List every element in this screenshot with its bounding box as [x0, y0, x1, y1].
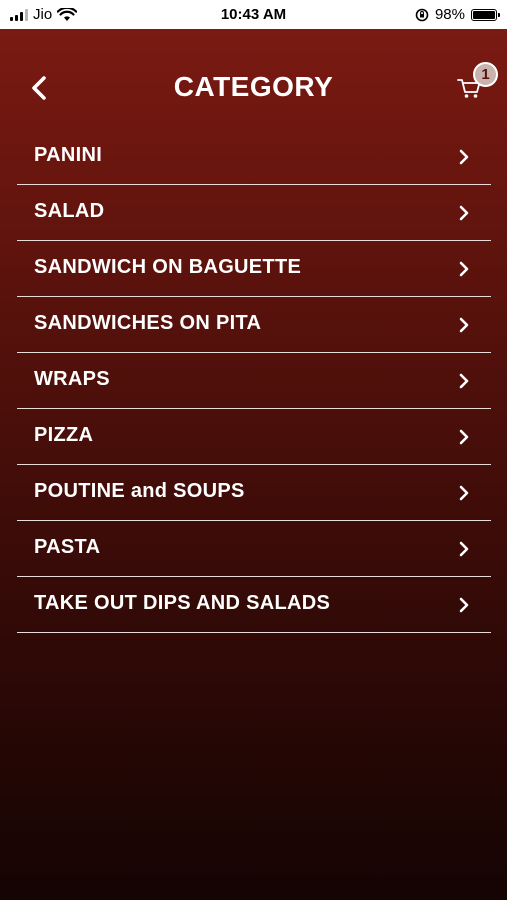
category-screen: CATEGORY 1 PANINI SALAD SANDWICH ON BAGUET…: [0, 29, 507, 900]
category-label: POUTINE and SOUPS: [34, 480, 245, 502]
chevron-right-icon: [459, 541, 469, 557]
category-label: PIZZA: [34, 424, 94, 446]
category-label: WRAPS: [34, 368, 110, 390]
chevron-right-icon: [459, 149, 469, 165]
chevron-right-icon: [459, 597, 469, 613]
battery-percent: 98%: [434, 6, 465, 23]
orientation-lock-icon: [415, 8, 429, 21]
chevron-right-icon: [459, 373, 469, 389]
chevron-right-icon: [459, 205, 469, 221]
chevron-right-icon: [459, 429, 469, 445]
category-list: PANINI SALAD SANDWICH ON BAGUETTE SANDWICHE…: [17, 129, 491, 633]
chevron-right-icon: [459, 485, 469, 501]
category-label: PASTA: [34, 536, 101, 558]
page-title: CATEGORY: [173, 71, 334, 102]
category-item[interactable]: SALAD: [17, 185, 491, 241]
category-label: TAKE OUT DIPS AND SALADS: [34, 592, 331, 614]
category-label: SANDWICH ON BAGUETTE: [34, 256, 302, 278]
category-item[interactable]: POUTINE and SOUPS: [17, 465, 491, 521]
chevron-right-icon: [459, 317, 469, 333]
category-label: SANDWICHES ON PITA: [34, 312, 262, 334]
status-right: 98%: [415, 6, 500, 23]
cart-count-badge: 1: [473, 62, 498, 87]
category-item[interactable]: PIZZA: [17, 409, 491, 465]
battery-icon: [471, 8, 500, 21]
category-item[interactable]: PANINI: [17, 129, 491, 185]
chevron-right-icon: [459, 261, 469, 277]
category-item[interactable]: WRAPS: [17, 353, 491, 409]
category-item[interactable]: PASTA: [17, 521, 491, 577]
status-bar: Jio 10:43 AM 98%: [0, 0, 507, 29]
category-label: SALAD: [34, 200, 105, 222]
category-item[interactable]: SANDWICHES ON PITA: [17, 297, 491, 353]
category-label: PANINI: [34, 144, 103, 166]
category-item[interactable]: SANDWICH ON BAGUETTE: [17, 241, 491, 297]
category-item[interactable]: TAKE OUT DIPS AND SALADS: [17, 577, 491, 633]
